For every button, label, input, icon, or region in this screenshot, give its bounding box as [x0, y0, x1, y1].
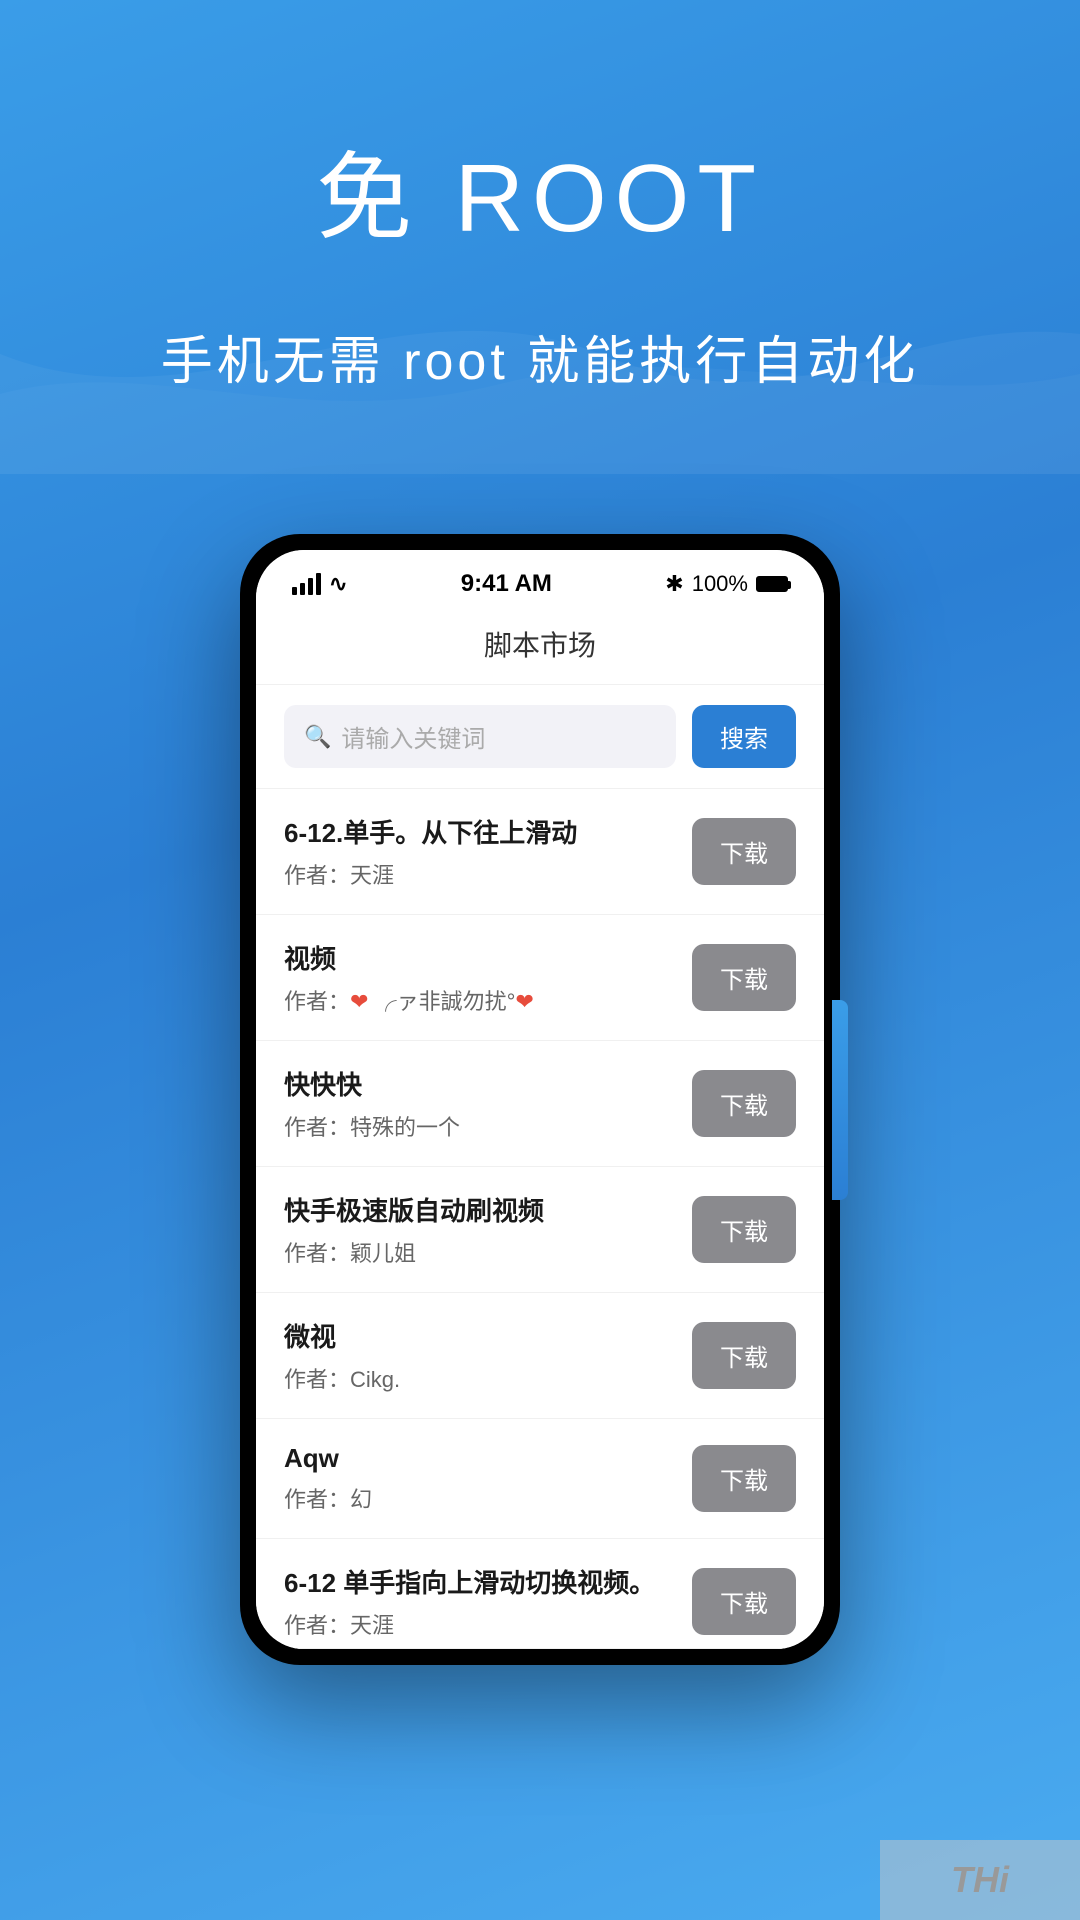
- phone-side-accent: [832, 1000, 848, 1200]
- battery-percent: 100%: [692, 571, 748, 597]
- list-item: Aqw 作者：幻 下载: [256, 1419, 824, 1539]
- status-time: 9:41 AM: [461, 570, 552, 598]
- phone-screen: ∿ 9:41 AM ✱ 100% 脚本市场 🔍 请输入关: [256, 550, 824, 1649]
- script-title: Aqw: [284, 1443, 672, 1474]
- bluetooth-icon: ✱: [665, 571, 683, 597]
- download-button[interactable]: 下载: [692, 944, 796, 1011]
- list-item: 视频 作者：❤ ╭ァ非誠勿扰°❤ 下载: [256, 915, 824, 1041]
- script-title: 微视: [284, 1317, 672, 1354]
- script-info: 6-12 单手指向上滑动切换视频。 作者：天涯: [284, 1563, 692, 1640]
- script-title: 6-12.单手。从下往上滑动: [284, 813, 672, 850]
- app-header: 脚本市场: [256, 608, 824, 685]
- download-button[interactable]: 下载: [692, 1070, 796, 1137]
- script-author: 作者：Cikg.: [284, 1362, 672, 1394]
- list-item: 6-12 单手指向上滑动切换视频。 作者：天涯 下载: [256, 1539, 824, 1649]
- search-placeholder: 请输入关键词: [341, 719, 485, 754]
- list-item: 快快快 作者：特殊的一个 下载: [256, 1041, 824, 1167]
- script-title: 快手极速版自动刷视频: [284, 1191, 672, 1228]
- script-author: 作者：❤ ╭ァ非誠勿扰°❤: [284, 984, 672, 1016]
- download-button[interactable]: 下载: [692, 1322, 796, 1389]
- script-list: 6-12.单手。从下往上滑动 作者：天涯 下载 视频 作者：❤ ╭ァ非誠勿扰°❤…: [256, 789, 824, 1649]
- list-item: 微视 作者：Cikg. 下载: [256, 1293, 824, 1419]
- script-author: 作者：颖儿姐: [284, 1236, 672, 1268]
- download-button[interactable]: 下载: [692, 1445, 796, 1512]
- download-button[interactable]: 下载: [692, 1568, 796, 1635]
- script-author: 作者：天涯: [284, 858, 672, 890]
- download-button[interactable]: 下载: [692, 818, 796, 885]
- status-left: ∿: [292, 571, 347, 597]
- heart-icon-2: ❤: [515, 989, 533, 1014]
- script-author: 作者：幻: [284, 1482, 672, 1514]
- script-title: 视频: [284, 939, 672, 976]
- script-info: 6-12.单手。从下往上滑动 作者：天涯: [284, 813, 692, 890]
- search-button[interactable]: 搜索: [692, 705, 796, 768]
- hero-section: 免 ROOT 手机无需 root 就能执行自动化: [0, 0, 1080, 454]
- list-item: 快手极速版自动刷视频 作者：颖儿姐 下载: [256, 1167, 824, 1293]
- battery-icon: [756, 576, 788, 592]
- wifi-icon: ∿: [329, 571, 347, 597]
- script-author: 作者：天涯: [284, 1608, 672, 1640]
- list-item: 6-12.单手。从下往上滑动 作者：天涯 下载: [256, 789, 824, 915]
- status-right: ✱ 100%: [665, 571, 788, 597]
- script-info: Aqw 作者：幻: [284, 1443, 692, 1514]
- phone-mockup: ∿ 9:41 AM ✱ 100% 脚本市场 🔍 请输入关: [240, 534, 840, 1665]
- script-title: 快快快: [284, 1065, 672, 1102]
- app-title: 脚本市场: [484, 630, 596, 661]
- script-author: 作者：特殊的一个: [284, 1110, 672, 1142]
- script-info: 视频 作者：❤ ╭ァ非誠勿扰°❤: [284, 939, 692, 1016]
- hero-title: 免 ROOT: [0, 120, 1080, 259]
- signal-icon: [292, 573, 321, 595]
- search-section[interactable]: 🔍 请输入关键词 搜索: [256, 685, 824, 789]
- script-info: 微视 作者：Cikg.: [284, 1317, 692, 1394]
- search-icon: 🔍: [304, 724, 331, 750]
- phone-container: ∿ 9:41 AM ✱ 100% 脚本市场 🔍 请输入关: [0, 534, 1080, 1665]
- download-button[interactable]: 下载: [692, 1196, 796, 1263]
- status-bar: ∿ 9:41 AM ✱ 100%: [256, 550, 824, 608]
- watermark: THi: [880, 1840, 1080, 1920]
- script-info: 快快快 作者：特殊的一个: [284, 1065, 692, 1142]
- search-input-wrapper[interactable]: 🔍 请输入关键词: [284, 705, 676, 768]
- script-info: 快手极速版自动刷视频 作者：颖儿姐: [284, 1191, 692, 1268]
- heart-icon: ❤: [350, 989, 368, 1014]
- script-title: 6-12 单手指向上滑动切换视频。: [284, 1563, 672, 1600]
